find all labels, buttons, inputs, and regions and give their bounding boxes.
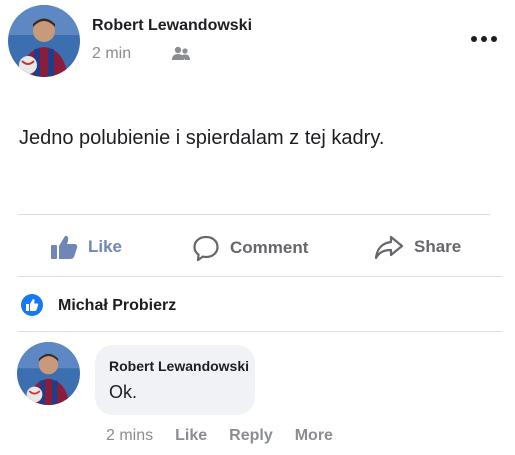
comment-more-button[interactable]: More xyxy=(295,427,333,445)
share-arrow-icon xyxy=(374,235,404,260)
comment-button[interactable]: Comment xyxy=(192,234,308,262)
comment-reply-button[interactable]: Reply xyxy=(229,427,273,445)
actions-top-divider xyxy=(18,214,490,215)
comment-timestamp[interactable]: 2 mins xyxy=(106,427,153,445)
commenter-avatar[interactable] xyxy=(17,342,80,405)
share-button[interactable]: Share xyxy=(374,234,461,260)
more-options-icon[interactable] xyxy=(470,30,498,42)
comment-text: Ok. xyxy=(109,382,138,402)
comment-button-label: Comment xyxy=(230,238,309,257)
comment-actions: 2 mins Like Reply More xyxy=(106,427,333,445)
comment-author-name[interactable]: Robert Lewandowski xyxy=(109,358,249,374)
post-text: Jedno polubienie i spierdalam z tej kadr… xyxy=(19,127,385,149)
author-avatar[interactable] xyxy=(8,5,80,77)
commenter-photo xyxy=(17,342,80,405)
like-button-label: Like xyxy=(88,237,123,256)
comments-divider xyxy=(18,331,502,332)
reaction-user-name[interactable]: Michał Probierz xyxy=(58,297,176,315)
friends-icon xyxy=(170,46,192,62)
comment-bubble: Robert Lewandowski Ok. xyxy=(95,345,255,415)
author-photo xyxy=(8,5,80,77)
comment-like-button[interactable]: Like xyxy=(175,427,207,445)
share-button-label: Share xyxy=(414,237,462,256)
post-timestamp[interactable]: 2 min xyxy=(92,45,131,63)
post-author-name[interactable]: Robert Lewandowski xyxy=(92,17,252,35)
like-reaction-icon[interactable] xyxy=(21,294,43,316)
actions-bottom-divider xyxy=(18,276,502,277)
like-thumb-icon xyxy=(51,235,78,259)
comment-bubble-icon xyxy=(193,235,219,262)
like-button[interactable]: Like xyxy=(50,234,122,260)
